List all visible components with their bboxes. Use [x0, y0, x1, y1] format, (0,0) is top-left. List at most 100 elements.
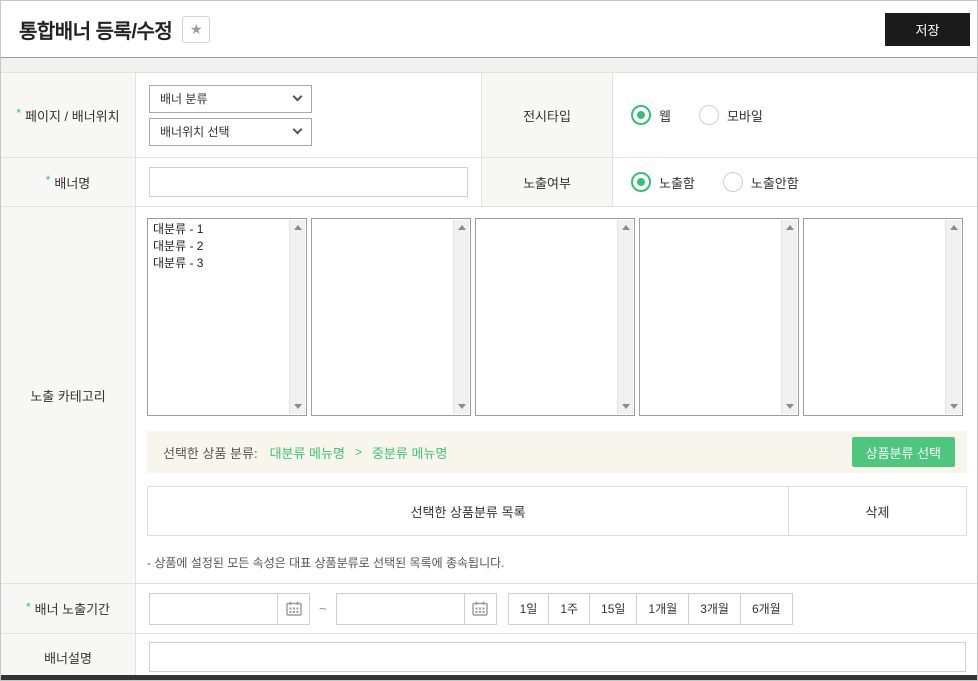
banner-class-select-value: 배너 분류: [160, 92, 208, 106]
radio-show-label: 노출함: [659, 175, 695, 191]
page-header: 통합배너 등록/수정 ★ 저장: [1, 1, 977, 57]
scroll-up-icon[interactable]: [785, 225, 794, 230]
required-mark: *: [16, 106, 22, 120]
description-input[interactable]: [149, 642, 966, 672]
scroll-up-icon[interactable]: [457, 225, 466, 230]
radio-mobile-label: 모바일: [726, 108, 763, 124]
category-note: - 상품에 설정된 모든 속성은 대표 상품분류로 선택된 목록에 종속됩니다.: [147, 556, 505, 570]
radio-mobile[interactable]: 모바일: [698, 105, 763, 125]
banner-edit-page: 통합배너 등록/수정 ★ 저장 * 페이지 / 배너위치 배너 분류 배너위치 …: [0, 0, 978, 681]
start-date-calendar-button[interactable]: [277, 592, 310, 625]
category-listbox-depth3[interactable]: [475, 218, 635, 416]
period-1day-button[interactable]: 1일: [507, 592, 550, 625]
category-content: 대분류 - 1 대분류 - 2 대분류 - 3 선택한 상품 분류: 대분류 메…: [136, 207, 977, 583]
period-1month-button[interactable]: 1개월: [636, 592, 690, 625]
category-listboxes: 대분류 - 1 대분류 - 2 대분류 - 3: [147, 218, 977, 416]
banner-name-label-cell: * 배너명: [1, 158, 136, 206]
banner-name-input[interactable]: [149, 167, 468, 197]
required-mark: *: [25, 599, 31, 614]
calendar-icon: [472, 601, 488, 616]
scroll-down-icon[interactable]: [949, 404, 958, 409]
banner-position-select[interactable]: 배너위치 선택: [149, 117, 312, 146]
scrollbar[interactable]: [945, 220, 961, 414]
calendar-icon: [285, 601, 302, 616]
chevron-down-icon: [292, 91, 303, 102]
page-title: 통합배너 등록/수정: [19, 20, 173, 43]
period-6months-button[interactable]: 6개월: [739, 592, 793, 625]
scroll-down-icon[interactable]: [293, 404, 302, 409]
end-date-input[interactable]: [335, 592, 464, 625]
end-date-calendar-button[interactable]: [463, 592, 497, 625]
form-top-strip: [1, 57, 977, 73]
scrollbar[interactable]: [289, 220, 305, 414]
scroll-down-icon[interactable]: [457, 404, 466, 409]
description-label: 배너설명: [44, 650, 92, 666]
banner-position-select-value: 배너위치 선택: [160, 125, 230, 139]
category-listbox-depth5[interactable]: [803, 218, 963, 416]
row-category: 노출 카테고리 대분류 - 1 대분류 - 2 대분류 - 3 선택한 상품 분…: [1, 207, 977, 584]
required-mark: *: [45, 173, 51, 187]
category-listbox-depth1[interactable]: 대분류 - 1 대분류 - 2 대분류 - 3: [147, 218, 307, 416]
period-label-cell: * 배너 노출기간: [1, 584, 136, 633]
radio-hide[interactable]: 노출안함: [722, 172, 799, 192]
visibility-radio-group: 노출함 노출안함: [631, 172, 827, 192]
scrollbar[interactable]: [781, 220, 797, 414]
radio-selected-icon: [631, 172, 651, 192]
list-item[interactable]: 대분류 - 3: [148, 255, 286, 272]
page-position-label-cell: * 페이지 / 배너위치: [1, 73, 136, 157]
display-type-label: 전시타입: [523, 108, 571, 124]
page-position-content: 배너 분류 배너위치 선택: [136, 73, 481, 157]
radio-web-label: 웹: [659, 108, 671, 124]
period-15days-button[interactable]: 15일: [589, 592, 638, 625]
category-listbox-depth4[interactable]: [639, 218, 799, 416]
display-type-radio-group: 웹 모바일: [631, 105, 791, 125]
scroll-down-icon[interactable]: [785, 404, 794, 409]
visibility-label-cell: 노출여부: [481, 158, 613, 206]
visibility-content: 노출함 노출안함: [613, 158, 977, 206]
description-content: [136, 634, 977, 680]
row-page-position: * 페이지 / 배너위치 배너 분류 배너위치 선택 전시타입 웹 모바일: [1, 73, 977, 158]
scrollbar[interactable]: [617, 220, 633, 414]
scroll-up-icon[interactable]: [621, 225, 630, 230]
end-date-group: [335, 592, 497, 625]
banner-name-label: 배너명: [54, 175, 91, 191]
star-icon: ★: [190, 21, 203, 37]
description-label-cell: 배너설명: [1, 634, 136, 680]
visibility-label: 노출여부: [523, 175, 571, 191]
period-3months-button[interactable]: 3개월: [688, 592, 741, 625]
selected-classification-label: 선택한 상품 분류:: [163, 445, 258, 461]
start-date-input[interactable]: [149, 592, 277, 625]
scroll-up-icon[interactable]: [949, 225, 958, 230]
period-label: 배너 노출기간: [34, 602, 111, 617]
radio-web[interactable]: 웹: [631, 105, 671, 125]
banner-name-content: [136, 158, 481, 206]
radio-unselected-icon: [698, 105, 719, 125]
list-item[interactable]: 대분류 - 2: [148, 238, 286, 255]
period-separator: ~: [319, 601, 327, 616]
selected-depth1-link[interactable]: 대분류 메뉴명: [270, 443, 345, 462]
scroll-down-icon[interactable]: [621, 404, 630, 409]
path-separator: >: [354, 445, 362, 459]
selected-classification-bar: 선택한 상품 분류: 대분류 메뉴명 > 중분류 메뉴명 상품분류 선택: [147, 431, 967, 473]
display-type-label-cell: 전시타입: [481, 73, 613, 157]
scrollbar[interactable]: [453, 220, 469, 414]
row-description: 배너설명: [1, 634, 977, 680]
page-bottom-bar: [1, 675, 977, 680]
favorite-button[interactable]: ★: [182, 15, 211, 43]
banner-class-select[interactable]: 배너 분류: [149, 84, 312, 113]
category-listbox-depth2[interactable]: [311, 218, 471, 416]
list-item[interactable]: 대분류 - 1: [148, 221, 286, 238]
radio-show[interactable]: 노출함: [631, 172, 695, 192]
period-1week-button[interactable]: 1주: [548, 592, 591, 625]
selected-depth2-link[interactable]: 중분류 메뉴명: [372, 443, 447, 462]
radio-selected-icon: [631, 105, 651, 125]
start-date-group: [149, 592, 310, 625]
category-label: 노출 카테고리: [30, 388, 106, 404]
radio-hide-label: 노출안함: [750, 175, 799, 191]
table-col-list-header: 선택한 상품분류 목록: [410, 504, 526, 520]
row-period: * 배너 노출기간 ~ 1일 1주 15일 1개월 3개월 6개월: [1, 584, 977, 634]
period-content: ~ 1일 1주 15일 1개월 3개월 6개월: [136, 584, 977, 633]
scroll-up-icon[interactable]: [293, 225, 302, 230]
pick-classification-button[interactable]: 상품분류 선택: [851, 437, 955, 467]
save-button[interactable]: 저장: [885, 12, 970, 46]
